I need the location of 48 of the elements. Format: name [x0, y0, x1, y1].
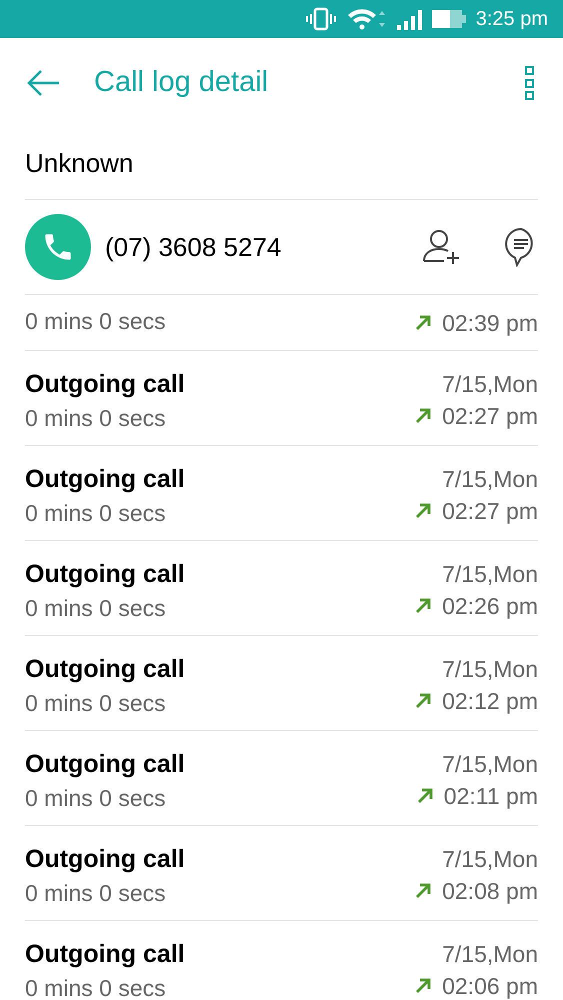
phone-number: (07) 3608 5274: [105, 230, 282, 264]
call-duration: 0 mins 0 secs: [25, 689, 167, 718]
call-type: Outgoing call: [25, 559, 185, 590]
contact-name: Unknown: [25, 147, 134, 180]
call-type: Outgoing call: [25, 369, 185, 400]
signal-icon: [396, 8, 422, 30]
call-date: 7/15,Mon: [442, 370, 538, 399]
call-type: Outgoing call: [25, 464, 185, 495]
vibrate-icon: [306, 7, 336, 31]
call-date: 7/15,Mon: [442, 465, 538, 494]
status-time: 3:25 pm: [476, 7, 548, 32]
outgoing-arrow-icon: [414, 597, 432, 615]
call-duration: 0 mins 0 secs: [25, 594, 167, 623]
call-type: Outgoing call: [25, 939, 185, 970]
call-date: 7/15,Mon: [442, 845, 538, 874]
call-date: 7/15,Mon: [442, 940, 538, 969]
call-duration: 0 mins 0 secs: [25, 307, 166, 336]
call-duration: 0 mins 0 secs: [25, 784, 167, 813]
outgoing-arrow-icon: [414, 882, 432, 900]
outgoing-arrow-icon: [416, 787, 434, 805]
call-time: 02:12 pm: [442, 687, 538, 716]
call-duration: 0 mins 0 secs: [25, 974, 167, 1000]
outgoing-arrow-icon: [414, 314, 432, 332]
outgoing-arrow-icon: [414, 407, 432, 425]
call-time: 02:26 pm: [442, 592, 538, 621]
wifi-icon: [346, 7, 386, 31]
call-type: Outgoing call: [25, 749, 185, 780]
screen-title: Call log detail: [94, 65, 270, 100]
call-time: 02:39 pm: [442, 309, 538, 338]
more-options-icon[interactable]: [524, 66, 534, 100]
call-duration: 0 mins 0 secs: [25, 404, 167, 433]
call-duration: 0 mins 0 secs: [25, 499, 167, 528]
outgoing-arrow-icon: [414, 692, 432, 710]
battery-icon: [432, 9, 466, 29]
add-contact-icon[interactable]: [422, 228, 462, 266]
call-date: 7/15,Mon: [442, 560, 538, 589]
call-time: 02:27 pm: [442, 402, 538, 431]
call-time: 02:27 pm: [442, 497, 538, 526]
call-duration: 0 mins 0 secs: [25, 879, 167, 908]
call-type: Outgoing call: [25, 844, 185, 875]
outgoing-arrow-icon: [414, 502, 432, 520]
outgoing-arrow-icon: [414, 977, 432, 995]
call-time: 02:06 pm: [442, 972, 538, 1000]
call-date: 7/15,Mon: [442, 750, 538, 779]
call-type: Outgoing call: [25, 654, 185, 685]
call-time: 02:08 pm: [442, 877, 538, 906]
call-time: 02:11 pm: [444, 782, 538, 811]
call-date: 7/15,Mon: [442, 655, 538, 684]
